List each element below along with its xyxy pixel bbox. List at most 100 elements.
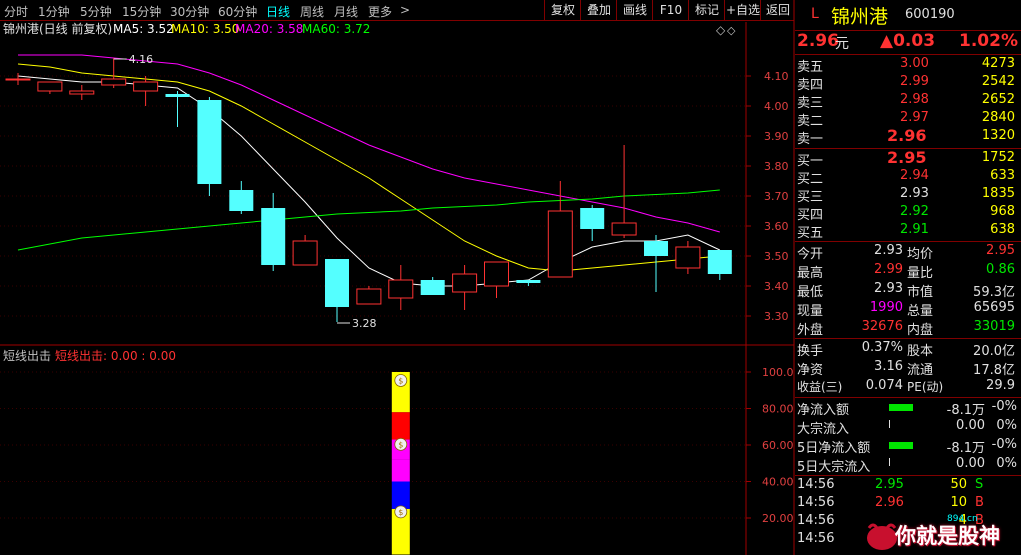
market-prefix: L — [811, 6, 819, 22]
tick-time: 14:56 — [797, 531, 835, 546]
net-inflow-5d-bar — [889, 442, 913, 449]
market-cap-label: 市值 — [907, 285, 934, 300]
low-value: 2.93 — [874, 281, 903, 296]
buy2-price: 2.94 — [900, 168, 929, 183]
sell4-vol: 2542 — [981, 74, 1015, 89]
inner-disc-label: 内盘 — [907, 323, 934, 338]
net-inflow-bar — [889, 404, 913, 411]
candle-body — [37, 81, 63, 92]
buy5-label: 买五 — [797, 226, 824, 241]
tick-vol: 10 — [950, 495, 967, 510]
money-bag-icon: $ — [394, 437, 408, 451]
buy5-vol: 638 — [990, 222, 1015, 237]
signal-bar-segment — [391, 481, 410, 509]
watermark: 你就是股神 894.cn — [865, 514, 1015, 552]
block-inflow-5d-tick — [889, 458, 890, 466]
stock-code: 600190 — [905, 7, 955, 22]
sell2-vol: 2840 — [981, 110, 1015, 125]
watermark-site: 894.cn — [947, 514, 978, 524]
candle — [707, 250, 732, 280]
buy2-label: 买二 — [797, 172, 824, 187]
ma10-label: MA10: 3.50 — [171, 22, 239, 36]
buy3-vol: 1835 — [981, 186, 1015, 201]
watermark-text: 你就是股神 — [895, 524, 1000, 548]
sell4-label: 卖四 — [797, 78, 824, 93]
open-value: 2.93 — [874, 243, 903, 258]
net-inflow-5d-value: -8.1万 — [946, 441, 985, 456]
candle — [229, 181, 254, 214]
pe-value: 29.9 — [986, 378, 1015, 393]
sell1-label: 卖一 — [797, 132, 824, 147]
float-value: 17.8亿 — [973, 363, 1015, 378]
sub-chart-title: 短线出击 — [3, 349, 51, 363]
ma-line-ma60 — [17, 189, 720, 251]
candle — [452, 265, 478, 310]
chart-area[interactable]: $ $ $ 4.10 4.00 3.90 3.80 3.70 3.60 3.50 3.40 3.30… — [0, 0, 795, 555]
tick-time: 14:56 — [797, 513, 835, 528]
buy3-label: 买三 — [797, 190, 824, 205]
chart-settings-icon[interactable]: ◇ — [727, 24, 736, 37]
shares-value: 20.0亿 — [973, 344, 1015, 359]
net-inflow-value: -8.1万 — [946, 403, 985, 418]
quote-panel: L 锦州港 600190 2.96 元 ▲0.03 1.02% 卖五 3.00 … — [795, 0, 1021, 555]
net-inflow-5d-pct: -0% — [991, 437, 1017, 452]
current-vol-label: 现量 — [797, 304, 824, 319]
float-label: 流通 — [907, 363, 934, 378]
candle-body — [516, 280, 541, 283]
price-axis-label: 3.50 — [764, 250, 789, 263]
avg-label: 均价 — [907, 247, 934, 262]
candle — [101, 58, 127, 88]
buy2-vol: 633 — [990, 168, 1015, 183]
candle — [165, 91, 190, 127]
buy4-label: 买四 — [797, 208, 824, 223]
candle-body — [420, 280, 445, 295]
candle — [484, 261, 509, 298]
total-vol-value: 65695 — [973, 300, 1015, 315]
stock-name: 锦州港 — [831, 6, 889, 28]
candle-body — [5, 78, 31, 81]
sell5-price: 3.00 — [900, 56, 929, 71]
candle-body — [675, 246, 701, 269]
buy1-price: 2.95 — [887, 148, 927, 167]
turnover-label: 换手 — [797, 344, 824, 359]
tick-side: S — [975, 477, 984, 492]
total-vol-label: 总量 — [907, 304, 934, 319]
ma60-label: MA60: 3.72 — [302, 22, 370, 36]
block-inflow-5d-pct: 0% — [996, 456, 1017, 471]
signal-bar-segment — [391, 459, 410, 482]
price-axis-label: 4.00 — [764, 100, 789, 113]
price-axis-label: 3.60 — [764, 220, 789, 233]
price-axis-label: 3.70 — [764, 190, 789, 203]
candle — [644, 235, 668, 292]
sell3-vol: 2652 — [981, 92, 1015, 107]
price-change: ▲0.03 — [880, 31, 936, 51]
price-axis-label: 3.80 — [764, 160, 789, 173]
candle-body — [261, 208, 286, 265]
ma-line-ma5 — [17, 75, 721, 287]
candle — [420, 277, 445, 295]
sell2-label: 卖二 — [797, 114, 824, 129]
candle — [5, 73, 31, 85]
sell5-label: 卖五 — [797, 60, 824, 75]
candle — [292, 235, 318, 266]
candle — [388, 265, 414, 310]
sell5-vol: 4273 — [981, 56, 1015, 71]
price-change-pct: 1.02% — [959, 31, 1018, 51]
open-label: 今开 — [797, 247, 824, 262]
money-bag-icon: $ — [394, 505, 408, 519]
pe-label: PE(动) — [907, 380, 944, 394]
price-axis-label: 3.30 — [764, 310, 789, 323]
candle-body — [644, 241, 668, 256]
candle — [69, 85, 95, 100]
candle-body — [484, 261, 509, 287]
tick-time: 14:56 — [797, 477, 835, 492]
net-inflow-5d-label: 5日净流入额 — [797, 441, 871, 456]
candle — [37, 81, 63, 94]
money-bag-icon: $ — [394, 374, 408, 387]
buy1-vol: 1752 — [981, 150, 1015, 165]
candle — [516, 280, 541, 286]
sub-axis-label: 60.00 — [762, 439, 794, 452]
last-price: 2.96 — [797, 31, 839, 51]
buy1-label: 买一 — [797, 154, 824, 169]
diamond-icon[interactable]: ◇ — [716, 23, 726, 37]
